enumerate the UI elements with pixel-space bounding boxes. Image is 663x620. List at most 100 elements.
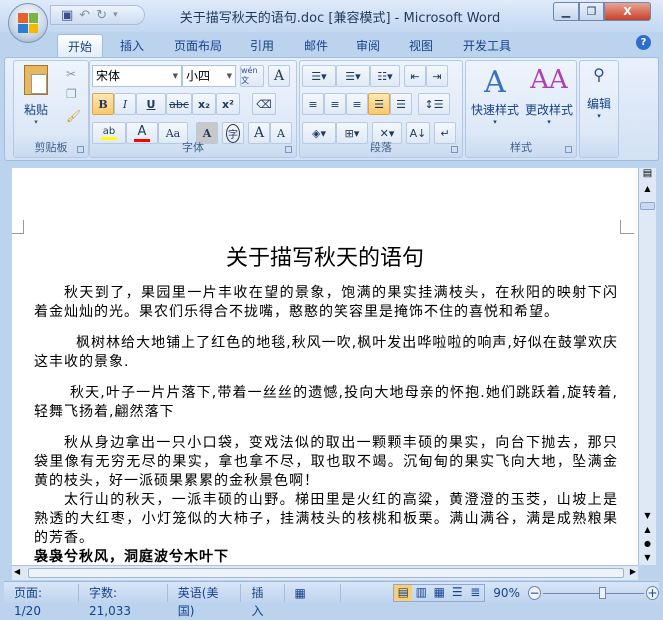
select-browse-object-icon[interactable]: ● <box>639 537 656 551</box>
font-name-value: 宋体 <box>96 69 121 83</box>
group-editing: ⚲ 编辑 ▾ <box>579 60 619 158</box>
tab-view[interactable]: 视图 <box>401 34 441 57</box>
paragraph: 秋天,叶子一片片落下,带着一丝丝的遗憾,投向大地母亲的怀抱.她们跳跃着,旋转着,… <box>34 385 618 420</box>
change-styles-button[interactable]: AA 更改样式 ▾ <box>522 65 576 126</box>
bold-button[interactable]: B <box>92 93 114 115</box>
group-font: 宋体 ▼ 小四 ▼ wén文 A B I U abc x₂ x² ⌫ ab A Aa… <box>89 60 297 158</box>
quick-styles-button[interactable]: A 快速样式 ▾ <box>468 65 522 126</box>
help-icon[interactable]: ? <box>636 35 651 50</box>
tab-home[interactable]: 开始 <box>57 34 103 57</box>
cut-icon[interactable]: ✂ <box>66 67 76 81</box>
align-left-icon[interactable]: ≡ <box>302 93 324 115</box>
dialog-launcher-icon[interactable] <box>565 146 572 153</box>
paste-label: 粘贴 <box>23 103 48 117</box>
scroll-thumb[interactable] <box>28 568 624 578</box>
tab-page-layout[interactable]: 页面布局 <box>165 34 231 57</box>
dialog-launcher-icon[interactable] <box>77 146 84 153</box>
change-styles-icon: AA <box>530 65 568 95</box>
scroll-left-icon[interactable]: ◀ <box>14 567 20 576</box>
clear-formatting-icon[interactable]: ⌫ <box>252 93 276 115</box>
customize-qat-icon[interactable]: ▾ <box>113 10 118 20</box>
group-paragraph: ☰▾ ☰▾ ☷▾ ⇤ ⇥ ≡ ≡ ≡ ☰ ☰ ↕☰ ◈▾ ⊞▾ ✕▾ A↓ ↵ … <box>299 60 463 158</box>
restore-button[interactable]: ❐ <box>579 2 604 21</box>
scroll-thumb[interactable] <box>640 202 655 210</box>
chevron-down-icon: ▼ <box>226 72 232 80</box>
close-button[interactable]: X <box>604 2 651 21</box>
draft-icon[interactable]: ≣ <box>466 585 484 601</box>
tab-references[interactable]: 引用 <box>242 34 282 57</box>
next-page-icon[interactable]: ▼ <box>639 551 656 565</box>
font-name-combo[interactable]: 宋体 ▼ <box>92 65 182 87</box>
bullets-icon[interactable]: ☰▾ <box>302 65 336 87</box>
binoculars-icon: ⚲ <box>593 65 605 84</box>
phonetic-guide-button[interactable]: wén文 <box>240 65 264 87</box>
increase-indent-icon[interactable]: ⇥ <box>426 65 448 87</box>
subscript-button[interactable]: x₂ <box>192 93 216 115</box>
group-label: 字体 <box>182 141 204 154</box>
paragraph: 袅袅兮秋风，洞庭波兮木叶下 <box>34 549 229 565</box>
document-title: 关于描写秋天的语句 <box>225 246 424 271</box>
undo-icon[interactable]: ↶ <box>79 8 90 23</box>
minimize-button[interactable]: ▁ <box>553 2 579 21</box>
full-screen-reading-icon[interactable]: ▥ <box>412 585 430 601</box>
previous-page-icon[interactable]: ▲ <box>639 523 656 537</box>
tab-review[interactable]: 审阅 <box>348 34 388 57</box>
tab-mailings[interactable]: 邮件 <box>296 34 336 57</box>
group-label: 段落 <box>370 141 392 154</box>
macro-record-icon[interactable]: ▦ <box>285 583 342 602</box>
word-count[interactable]: 字数: 21,033 <box>79 583 168 618</box>
page-count[interactable]: 页面: 1/20 <box>4 583 79 618</box>
character-border-button[interactable]: A <box>268 65 290 87</box>
scroll-down-icon[interactable]: ▼ <box>639 509 656 523</box>
editing-label: 编辑 <box>586 97 611 111</box>
font-size-combo[interactable]: 小四 ▼ <box>182 65 236 87</box>
multilevel-list-icon[interactable]: ☷▾ <box>370 65 400 87</box>
horizontal-scrollbar[interactable]: ◀ ▶ <box>12 565 638 580</box>
italic-button[interactable]: I <box>114 93 136 115</box>
vertical-scrollbar[interactable]: ▤ ▲ ▼ ▲ ● ▼ <box>638 168 656 565</box>
dialog-launcher-icon[interactable] <box>451 146 458 153</box>
web-layout-icon[interactable]: ▦ <box>430 585 448 601</box>
strikethrough-button[interactable]: abc <box>166 93 192 115</box>
numbering-icon[interactable]: ☰▾ <box>336 65 370 87</box>
print-layout-icon[interactable]: ▤ <box>394 584 413 601</box>
chevron-down-icon: ▼ <box>172 72 178 80</box>
ruler-toggle-icon[interactable]: ▤ <box>639 168 656 184</box>
window-title: 关于描写秋天的语句.doc [兼容模式] - Microsoft Word <box>179 11 501 26</box>
zoom-out-button[interactable]: − <box>527 585 541 600</box>
distributed-icon[interactable]: ☰ <box>390 93 412 115</box>
format-painter-icon[interactable]: 🖌 <box>66 109 81 123</box>
font-size-value: 小四 <box>186 69 211 83</box>
group-label: 样式 <box>510 141 532 154</box>
paste-button[interactable]: 粘贴 ▾ <box>18 65 54 126</box>
zoom-level[interactable]: 90% <box>493 586 520 600</box>
justify-icon[interactable]: ☰ <box>368 93 390 115</box>
line-spacing-icon[interactable]: ↕☰ <box>418 93 450 115</box>
align-right-icon[interactable]: ≡ <box>346 93 368 115</box>
redo-icon[interactable]: ↻ <box>96 8 107 23</box>
underline-button[interactable]: U <box>136 93 166 115</box>
zoom-slider[interactable] <box>542 586 644 600</box>
copy-icon[interactable]: ❐ <box>66 87 77 101</box>
insert-mode[interactable]: 插入 <box>241 583 285 618</box>
editing-button[interactable]: ⚲ 编辑 ▾ <box>582 65 616 120</box>
zoom-in-button[interactable]: + <box>645 585 659 600</box>
scroll-right-icon[interactable]: ▶ <box>630 567 636 576</box>
align-center-icon[interactable]: ≡ <box>324 93 346 115</box>
zoom-slider-thumb[interactable] <box>598 586 606 599</box>
quick-styles-icon: A <box>484 65 506 100</box>
scroll-up-icon[interactable]: ▲ <box>639 184 656 200</box>
superscript-button[interactable]: x² <box>216 93 240 115</box>
save-icon[interactable]: ▣ <box>61 8 73 23</box>
decrease-indent-icon[interactable]: ⇤ <box>404 65 426 87</box>
language[interactable]: 英语(美国) <box>168 583 242 618</box>
outline-icon[interactable]: ☰ <box>448 585 466 601</box>
tab-developer[interactable]: 开发工具 <box>455 34 519 57</box>
dialog-launcher-icon[interactable] <box>285 146 292 153</box>
paragraph: 枫树林给大地铺上了红色的地毯,秋风一吹,枫叶发出哗啦啦的响声,好似在鼓掌欢庆这丰… <box>34 335 618 370</box>
tab-insert[interactable]: 插入 <box>112 34 152 57</box>
office-button[interactable] <box>8 3 48 43</box>
document-page[interactable]: 关于描写秋天的语句 秋天到了，果园里一片丰收在望的景象，饱满的果实挂满枝头，在秋… <box>12 168 638 565</box>
ribbon: 粘贴 ▾ ✂ ❐ 🖌 剪贴板 宋体 ▼ 小四 ▼ wén文 A B I U abc … <box>4 57 659 161</box>
left-margin <box>0 168 12 565</box>
